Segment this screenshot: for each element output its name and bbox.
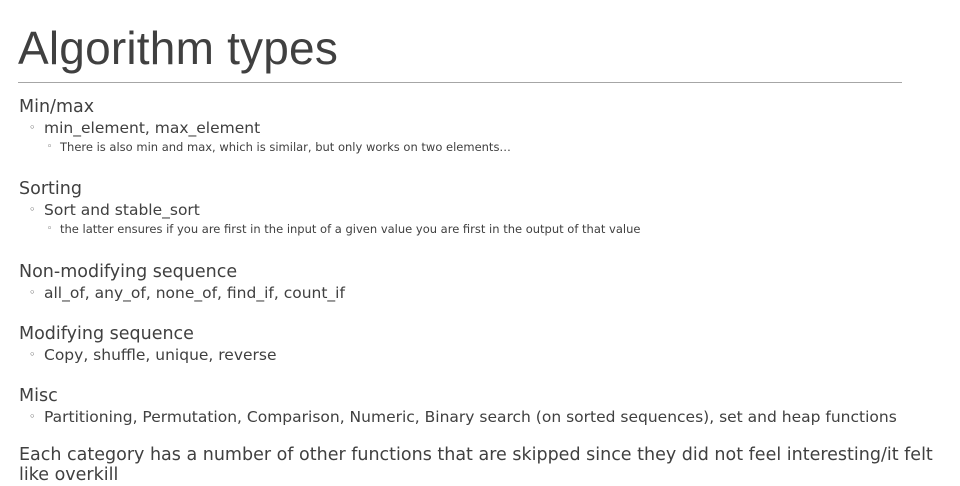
bullet-item: ◦ Partitioning, Permutation, Comparison,…	[19, 407, 897, 427]
section-heading: Min/max	[19, 97, 95, 117]
bullet-circle-icon: ◦	[29, 410, 36, 423]
section-misc: Misc ◦ Partitioning, Permutation, Compar…	[19, 385, 897, 427]
section-heading: Non-modifying sequence	[19, 262, 238, 282]
bullet-circle-icon: ◦	[29, 286, 36, 299]
bullet-item: ◦ min_element, max_element	[19, 118, 511, 138]
bullet-text: Partitioning, Permutation, Comparison, N…	[44, 408, 897, 426]
slide-title: Algorithm types	[18, 22, 339, 74]
section-heading: Sorting	[19, 179, 82, 199]
slide: Algorithm types Min/max ◦ min_element, m…	[0, 0, 960, 486]
bullet-circle-icon: ◦	[47, 224, 53, 234]
section-heading: Misc	[19, 386, 58, 406]
bullet-text: min_element, max_element	[44, 119, 261, 137]
bullet-text: all_of, any_of, none_of, find_if, count_…	[44, 284, 345, 302]
sub-bullet-text: the latter ensures if you are first in t…	[60, 222, 641, 236]
section-min-max: Min/max ◦ min_element, max_element ◦ The…	[19, 96, 511, 156]
bullet-circle-icon: ◦	[47, 142, 53, 152]
section-modifying-sequence: Modifying sequence ◦ Copy, shuffle, uniq…	[19, 323, 277, 365]
bullet-circle-icon: ◦	[29, 203, 36, 216]
closing-statement: Each category has a number of other func…	[19, 445, 933, 485]
bullet-text: Copy, shuffle, unique, reverse	[44, 346, 277, 364]
section-sorting: Sorting ◦ Sort and stable_sort ◦ the lat…	[19, 178, 640, 238]
bullet-item: ◦ Copy, shuffle, unique, reverse	[19, 345, 277, 365]
sub-bullet-text: There is also min and max, which is simi…	[60, 140, 511, 154]
sub-bullet-item: ◦ the latter ensures if you are first in…	[19, 220, 640, 238]
bullet-circle-icon: ◦	[29, 348, 36, 361]
title-divider	[18, 82, 902, 83]
bullet-item: ◦ Sort and stable_sort	[19, 200, 640, 220]
section-non-modifying-sequence: Non-modifying sequence ◦ all_of, any_of,…	[19, 261, 345, 303]
sub-bullet-item: ◦ There is also min and max, which is si…	[19, 138, 511, 156]
bullet-circle-icon: ◦	[29, 121, 36, 134]
bullet-item: ◦ all_of, any_of, none_of, find_if, coun…	[19, 283, 345, 303]
section-heading: Modifying sequence	[19, 324, 194, 344]
bullet-text: Sort and stable_sort	[44, 201, 200, 219]
